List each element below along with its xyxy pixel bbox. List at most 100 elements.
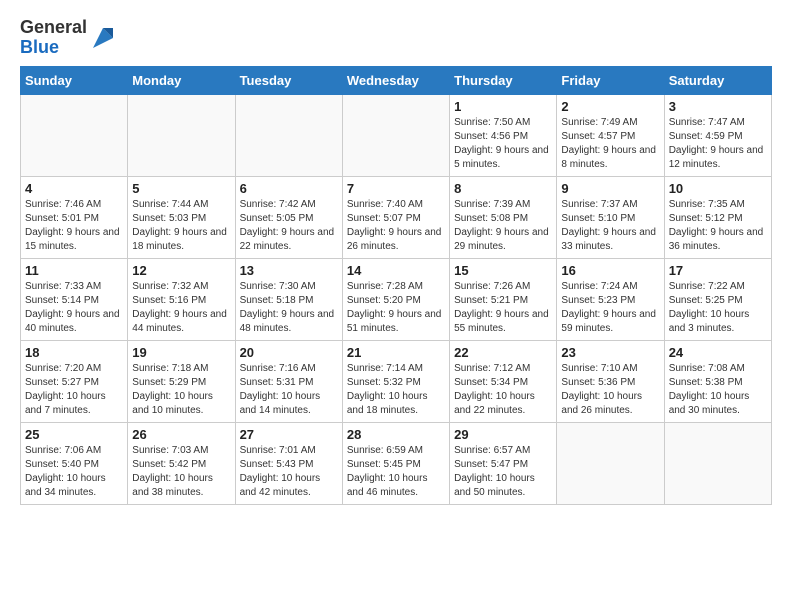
calendar-day-header: Monday xyxy=(128,66,235,94)
calendar-cell: 19Sunrise: 7:18 AM Sunset: 5:29 PM Dayli… xyxy=(128,340,235,422)
day-info: Sunrise: 7:39 AM Sunset: 5:08 PM Dayligh… xyxy=(454,198,552,254)
day-info: Sunrise: 7:47 AM Sunset: 4:59 PM Dayligh… xyxy=(669,116,767,172)
day-number: 11 xyxy=(25,263,123,278)
day-number: 27 xyxy=(240,427,338,442)
calendar-cell xyxy=(235,94,342,176)
calendar-week-row: 25 Sunrise: 7:06 AM Sunset: 5:40 PM Dayli… xyxy=(21,422,772,504)
day-info: Sunrise: 7:12 AM Sunset: 5:34 PM Dayligh… xyxy=(454,362,552,418)
calendar-cell: 7 Sunrise: 7:40 AM Sunset: 5:07 PM Daylig… xyxy=(342,176,449,258)
day-info: Sunrise: 7:32 AM Sunset: 5:16 PM Dayligh… xyxy=(132,280,230,336)
calendar-cell: 18 Sunrise: 7:20 AM Sunset: 5:27 PM Dayli… xyxy=(21,340,128,422)
day-info: Sunrise: 7:14 AM Sunset: 5:32 PM Dayligh… xyxy=(347,362,445,418)
calendar-cell: 1Sunrise: 7:50 AM Sunset: 4:56 PM Daylig… xyxy=(450,94,557,176)
calendar-cell: 8 Sunrise: 7:39 AM Sunset: 5:08 PM Daylig… xyxy=(450,176,557,258)
day-info: Sunrise: 7:40 AM Sunset: 5:07 PM Dayligh… xyxy=(347,198,445,254)
calendar-cell: 25 Sunrise: 7:06 AM Sunset: 5:40 PM Dayli… xyxy=(21,422,128,504)
day-info: Sunrise: 7:37 AM Sunset: 5:10 PM Dayligh… xyxy=(561,198,659,254)
day-number: 29 xyxy=(454,427,552,442)
day-number: 2 xyxy=(561,99,659,114)
day-number: 12 xyxy=(132,263,230,278)
day-info: Sunrise: 7:24 AM Sunset: 5:23 PM Dayligh… xyxy=(561,280,659,336)
day-number: 18 xyxy=(25,345,123,360)
calendar-cell xyxy=(21,94,128,176)
day-info: Sunrise: 7:33 AM Sunset: 5:14 PM Dayligh… xyxy=(25,280,123,336)
day-info: Sunrise: 7:49 AM Sunset: 4:57 PM Dayligh… xyxy=(561,116,659,172)
day-info: Sunrise: 7:50 AM Sunset: 4:56 PM Dayligh… xyxy=(454,116,552,172)
day-number: 14 xyxy=(347,263,445,278)
day-info: Sunrise: 6:57 AM Sunset: 5:47 PM Dayligh… xyxy=(454,444,552,500)
calendar-week-row: 4 Sunrise: 7:46 AM Sunset: 5:01 PM Daylig… xyxy=(21,176,772,258)
day-number: 6 xyxy=(240,181,338,196)
logo: General Blue xyxy=(20,18,117,58)
logo-icon xyxy=(89,24,117,52)
calendar-cell: 24 Sunrise: 7:08 AM Sunset: 5:38 PM Dayli… xyxy=(664,340,771,422)
calendar-cell: 13 Sunrise: 7:30 AM Sunset: 5:18 PM Dayli… xyxy=(235,258,342,340)
day-info: Sunrise: 7:35 AM Sunset: 5:12 PM Dayligh… xyxy=(669,198,767,254)
calendar-table: SundayMondayTuesdayWednesdayThursdayFrid… xyxy=(20,66,772,505)
calendar-cell: 16Sunrise: 7:24 AM Sunset: 5:23 PM Dayli… xyxy=(557,258,664,340)
day-info: Sunrise: 7:03 AM Sunset: 5:42 PM Dayligh… xyxy=(132,444,230,500)
calendar-cell: 27 Sunrise: 7:01 AM Sunset: 5:43 PM Dayli… xyxy=(235,422,342,504)
calendar-day-header: Tuesday xyxy=(235,66,342,94)
day-info: Sunrise: 7:20 AM Sunset: 5:27 PM Dayligh… xyxy=(25,362,123,418)
day-number: 25 xyxy=(25,427,123,442)
calendar-day-header: Saturday xyxy=(664,66,771,94)
calendar-cell xyxy=(664,422,771,504)
day-info: Sunrise: 7:28 AM Sunset: 5:20 PM Dayligh… xyxy=(347,280,445,336)
calendar-cell: 20 Sunrise: 7:16 AM Sunset: 5:31 PM Dayli… xyxy=(235,340,342,422)
calendar-cell xyxy=(342,94,449,176)
day-number: 22 xyxy=(454,345,552,360)
calendar-cell: 5 Sunrise: 7:44 AM Sunset: 5:03 PM Daylig… xyxy=(128,176,235,258)
calendar-cell: 14 Sunrise: 7:28 AM Sunset: 5:20 PM Dayli… xyxy=(342,258,449,340)
logo-general: General xyxy=(20,17,87,37)
calendar-cell xyxy=(557,422,664,504)
day-info: Sunrise: 7:06 AM Sunset: 5:40 PM Dayligh… xyxy=(25,444,123,500)
day-info: Sunrise: 7:10 AM Sunset: 5:36 PM Dayligh… xyxy=(561,362,659,418)
day-number: 20 xyxy=(240,345,338,360)
day-info: Sunrise: 7:16 AM Sunset: 5:31 PM Dayligh… xyxy=(240,362,338,418)
calendar-container: SundayMondayTuesdayWednesdayThursdayFrid… xyxy=(0,66,792,515)
calendar-cell: 17Sunrise: 7:22 AM Sunset: 5:25 PM Dayli… xyxy=(664,258,771,340)
day-number: 5 xyxy=(132,181,230,196)
calendar-cell: 12 Sunrise: 7:32 AM Sunset: 5:16 PM Dayli… xyxy=(128,258,235,340)
calendar-cell: 21 Sunrise: 7:14 AM Sunset: 5:32 PM Dayli… xyxy=(342,340,449,422)
day-number: 21 xyxy=(347,345,445,360)
day-info: Sunrise: 7:44 AM Sunset: 5:03 PM Dayligh… xyxy=(132,198,230,254)
calendar-cell: 3 Sunrise: 7:47 AM Sunset: 4:59 PM Daylig… xyxy=(664,94,771,176)
day-number: 9 xyxy=(561,181,659,196)
calendar-week-row: 1Sunrise: 7:50 AM Sunset: 4:56 PM Daylig… xyxy=(21,94,772,176)
day-number: 3 xyxy=(669,99,767,114)
day-info: Sunrise: 7:46 AM Sunset: 5:01 PM Dayligh… xyxy=(25,198,123,254)
day-info: Sunrise: 7:26 AM Sunset: 5:21 PM Dayligh… xyxy=(454,280,552,336)
page-header: General Blue xyxy=(0,0,792,66)
calendar-cell: 23 Sunrise: 7:10 AM Sunset: 5:36 PM Dayli… xyxy=(557,340,664,422)
calendar-week-row: 11 Sunrise: 7:33 AM Sunset: 5:14 PM Dayli… xyxy=(21,258,772,340)
calendar-cell: 10Sunrise: 7:35 AM Sunset: 5:12 PM Dayli… xyxy=(664,176,771,258)
calendar-cell xyxy=(128,94,235,176)
day-number: 26 xyxy=(132,427,230,442)
day-number: 24 xyxy=(669,345,767,360)
day-number: 15 xyxy=(454,263,552,278)
calendar-header-row: SundayMondayTuesdayWednesdayThursdayFrid… xyxy=(21,66,772,94)
day-number: 7 xyxy=(347,181,445,196)
day-info: Sunrise: 7:08 AM Sunset: 5:38 PM Dayligh… xyxy=(669,362,767,418)
day-info: Sunrise: 7:01 AM Sunset: 5:43 PM Dayligh… xyxy=(240,444,338,500)
day-number: 23 xyxy=(561,345,659,360)
day-number: 17 xyxy=(669,263,767,278)
day-number: 8 xyxy=(454,181,552,196)
logo-blue: Blue xyxy=(20,37,59,57)
day-number: 13 xyxy=(240,263,338,278)
calendar-week-row: 18 Sunrise: 7:20 AM Sunset: 5:27 PM Dayli… xyxy=(21,340,772,422)
calendar-cell: 28 Sunrise: 6:59 AM Sunset: 5:45 PM Dayli… xyxy=(342,422,449,504)
calendar-day-header: Sunday xyxy=(21,66,128,94)
calendar-cell: 2 Sunrise: 7:49 AM Sunset: 4:57 PM Daylig… xyxy=(557,94,664,176)
calendar-cell: 15 Sunrise: 7:26 AM Sunset: 5:21 PM Dayli… xyxy=(450,258,557,340)
day-info: Sunrise: 6:59 AM Sunset: 5:45 PM Dayligh… xyxy=(347,444,445,500)
day-info: Sunrise: 7:30 AM Sunset: 5:18 PM Dayligh… xyxy=(240,280,338,336)
calendar-cell: 29 Sunrise: 6:57 AM Sunset: 5:47 PM Dayli… xyxy=(450,422,557,504)
calendar-cell: 22 Sunrise: 7:12 AM Sunset: 5:34 PM Dayli… xyxy=(450,340,557,422)
day-number: 28 xyxy=(347,427,445,442)
calendar-cell: 4 Sunrise: 7:46 AM Sunset: 5:01 PM Daylig… xyxy=(21,176,128,258)
calendar-day-header: Friday xyxy=(557,66,664,94)
day-number: 4 xyxy=(25,181,123,196)
